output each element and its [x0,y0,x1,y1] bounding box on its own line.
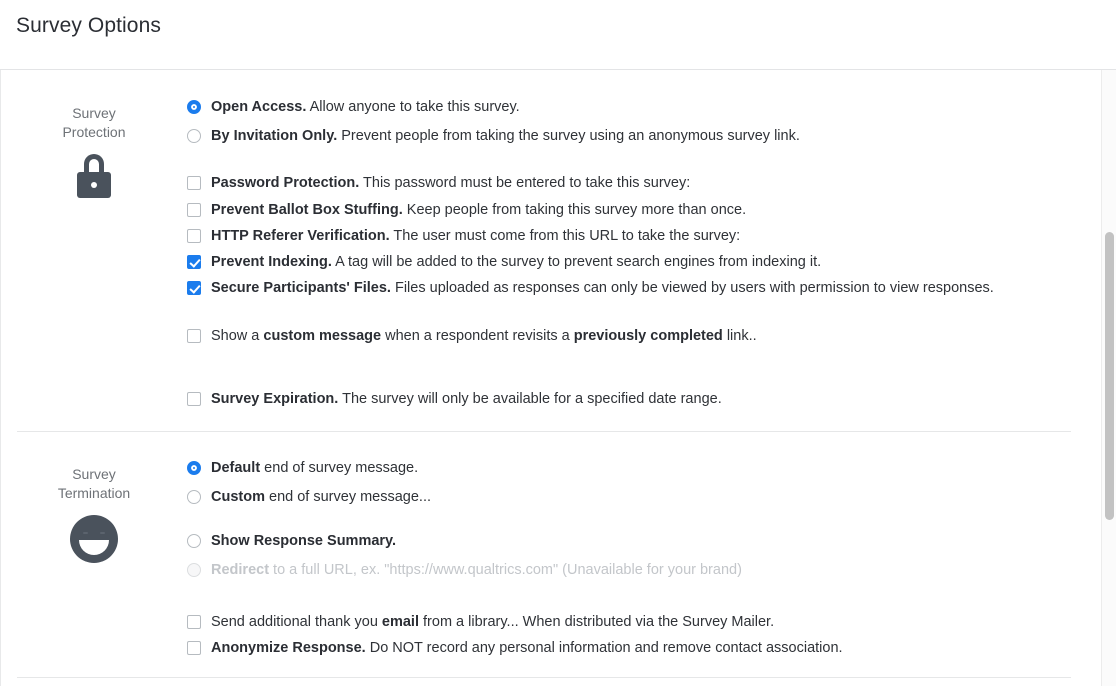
option-by-invitation-only-bold: By Invitation Only. [211,128,338,144]
checkbox-prevent-indexing[interactable] [187,255,201,269]
option-anonymize-response-bold: Anonymize Response. [211,640,366,656]
option-prevent-indexing[interactable]: Prevent Indexing. A tag will be added to… [187,253,821,273]
option-by-invitation-only-label: By Invitation Only. Prevent people from … [211,127,800,146]
option-survey-expiration-rest: The survey will only be available for a … [338,391,722,407]
option-password-protection-rest: This password must be entered to take th… [359,175,691,191]
section-protection-label: Survey Protection [19,104,169,142]
section-protection-label-line2: Protection [62,124,126,140]
option-survey-expiration[interactable]: Survey Expiration. The survey will only … [187,390,722,410]
page-title: Survey Options [16,14,161,37]
option-anonymize-response[interactable]: Anonymize Response. Do NOT record any pe… [187,639,843,659]
option-http-referer-verification-label: HTTP Referer Verification. The user must… [211,227,740,246]
option-prevent-indexing-bold: Prevent Indexing. [211,254,332,270]
radio-show-response-summary[interactable] [187,534,201,548]
checkbox-http-referer-verification[interactable] [187,229,201,243]
custom-message-mid: when a respondent revisits a [381,328,574,344]
option-show-response-summary-label: Show Response Summary. [211,532,396,551]
thank-you-email-post: from a library... When distributed via t… [419,614,775,630]
checkbox-survey-expiration[interactable] [187,392,201,406]
vertical-scrollbar-track[interactable] [1101,70,1116,686]
option-http-referer-verification-rest: The user must come from this URL to take… [389,228,741,244]
survey-options-page: Survey Options Survey Protection Open Ac… [0,0,1116,686]
section-termination-label: Survey Termination [19,465,169,503]
radio-open-access[interactable] [187,100,201,114]
option-by-invitation-only-rest: Prevent people from taking the survey us… [337,128,800,144]
smiley-icon [19,515,169,568]
checkbox-send-additional-thank-you-email[interactable] [187,615,201,629]
radio-redirect-to-full-url [187,563,201,577]
section-protection-label-line1: Survey [72,105,116,121]
option-redirect-label: Redirect to a full URL, ex. "https://www… [211,561,742,580]
option-thank-you-email-label: Send additional thank you email from a l… [211,613,774,632]
option-prevent-ballot-box-stuffing-bold: Prevent Ballot Box Stuffing. [211,202,403,218]
option-show-custom-message[interactable]: Show a custom message when a respondent … [187,327,757,347]
option-prevent-indexing-label: Prevent Indexing. A tag will be added to… [211,253,821,272]
option-default-end-message-label: Default end of survey message. [211,459,418,478]
radio-custom-end-of-survey-message[interactable] [187,490,201,504]
options-scroll-region: Survey Protection Open Access. Allow any… [0,70,1116,686]
option-default-end-message-bold: Default [211,460,261,476]
option-default-end-of-survey-message[interactable]: Default end of survey message. [187,459,418,479]
option-by-invitation-only[interactable]: By Invitation Only. Prevent people from … [187,127,800,147]
radio-default-end-of-survey-message[interactable] [187,461,201,475]
option-redirect-rest: to a full URL, ex. "https://www.qualtric… [269,562,742,578]
option-show-response-summary-bold: Show Response Summary. [211,533,397,549]
section-divider-bottom [17,677,1071,678]
option-secure-participants-files-rest: Files uploaded as responses can only be … [390,280,994,296]
option-redirect-to-full-url: Redirect to a full URL, ex. "https://www… [187,561,742,581]
option-redirect-bold: Redirect [211,562,270,578]
custom-message-post: link.. [722,328,757,344]
thank-you-email-pre: Send additional thank you [211,614,382,630]
option-prevent-ballot-box-stuffing-rest: Keep people from taking this survey more… [402,202,747,218]
option-open-access-label: Open Access. Allow anyone to take this s… [211,98,520,117]
option-secure-participants-files[interactable]: Secure Participants' Files. Files upload… [187,279,1032,299]
page-header: Survey Options [0,0,1116,70]
section-termination-label-line1: Survey [72,466,116,482]
section-survey-protection: Survey Protection Open Access. Allow any… [1,70,1071,431]
custom-message-pre: Show a [211,328,264,344]
radio-by-invitation-only[interactable] [187,129,201,143]
checkbox-password-protection[interactable] [187,176,201,190]
option-password-protection-label: Password Protection. This password must … [211,174,690,193]
checkbox-show-custom-message[interactable] [187,329,201,343]
option-survey-expiration-label: Survey Expiration. The survey will only … [211,390,722,409]
option-secure-participants-files-label: Secure Participants' Files. Files upload… [211,279,994,298]
option-prevent-indexing-rest: A tag will be added to the survey to pre… [331,254,822,270]
option-survey-expiration-bold: Survey Expiration. [211,391,339,407]
thank-you-email-bold: email [381,614,419,630]
option-custom-end-message-label: Custom end of survey message... [211,488,431,507]
option-open-access-bold: Open Access. [211,99,307,115]
option-custom-end-of-survey-message[interactable]: Custom end of survey message... [187,488,431,508]
option-default-end-message-rest: end of survey message. [260,460,419,476]
option-password-protection[interactable]: Password Protection. This password must … [187,174,690,194]
checkbox-secure-participants-files[interactable] [187,281,201,295]
option-show-response-summary[interactable]: Show Response Summary. [187,532,396,552]
option-open-access[interactable]: Open Access. Allow anyone to take this s… [187,98,520,118]
option-custom-end-message-bold: Custom [211,489,265,505]
option-send-additional-thank-you-email[interactable]: Send additional thank you email from a l… [187,613,774,633]
option-custom-end-message-rest: end of survey message... [264,489,432,505]
checkbox-prevent-ballot-box-stuffing[interactable] [187,203,201,217]
option-prevent-ballot-box-stuffing[interactable]: Prevent Ballot Box Stuffing. Keep people… [187,201,746,221]
lock-icon [19,154,169,203]
section-survey-termination: Survey Termination Default end of survey… [1,431,1071,677]
custom-message-bold2: previously completed [573,328,723,344]
option-password-protection-bold: Password Protection. [211,175,360,191]
checkbox-anonymize-response[interactable] [187,641,201,655]
option-open-access-rest: Allow anyone to take this survey. [306,99,520,115]
vertical-scrollbar-thumb[interactable] [1105,232,1114,520]
option-anonymize-response-label: Anonymize Response. Do NOT record any pe… [211,639,843,658]
section-termination-label-line2: Termination [57,485,131,501]
option-anonymize-response-rest: Do NOT record any personal information a… [365,640,843,656]
option-prevent-ballot-box-stuffing-label: Prevent Ballot Box Stuffing. Keep people… [211,201,746,220]
option-show-custom-message-label: Show a custom message when a respondent … [211,327,757,346]
option-http-referer-verification[interactable]: HTTP Referer Verification. The user must… [187,227,740,247]
option-http-referer-verification-bold: HTTP Referer Verification. [211,228,390,244]
option-secure-participants-files-bold: Secure Participants' Files. [211,280,391,296]
custom-message-bold1: custom message [263,328,382,344]
